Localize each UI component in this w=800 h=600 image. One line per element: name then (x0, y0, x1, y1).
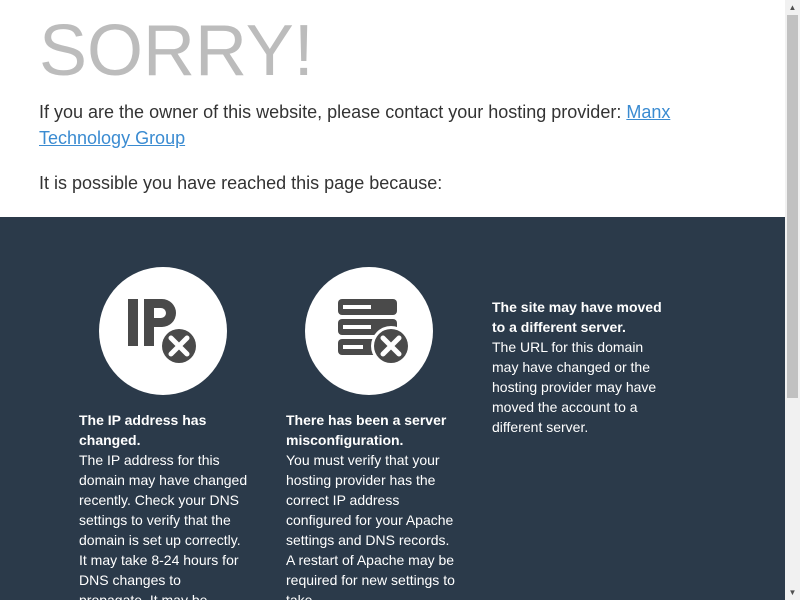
owner-message-text: If you are the owner of this website, pl… (39, 102, 627, 122)
reason-body: The URL for this domain may have changed… (492, 339, 657, 435)
reason-intro: It is possible you have reached this pag… (39, 173, 443, 193)
scrollbar-thumb[interactable] (787, 15, 798, 398)
scroll-down-arrow-icon[interactable]: ▼ (785, 585, 800, 600)
reason-moved-text: The site may have moved to a different s… (492, 297, 664, 437)
owner-message: If you are the owner of this website, pl… (39, 99, 739, 151)
reason-ip-text: The IP address has changed. The IP addre… (79, 410, 251, 600)
scroll-up-arrow-icon[interactable]: ▲ (785, 0, 800, 15)
reason-title: The site may have moved to a different s… (492, 299, 662, 335)
server-error-icon (305, 267, 433, 395)
reason-title: The IP address has changed. (79, 412, 207, 448)
reason-body: You must verify that your hosting provid… (286, 452, 455, 600)
vertical-scrollbar[interactable]: ▲ ▼ (785, 0, 800, 600)
reasons-panel: The IP address has changed. The IP addre… (0, 217, 785, 600)
page-title: SORRY! (39, 11, 314, 91)
reason-server-text: There has been a server misconfiguration… (286, 410, 458, 600)
reason-body: The IP address for this domain may have … (79, 452, 248, 600)
reason-title: There has been a server misconfiguration… (286, 412, 447, 448)
ip-error-icon (99, 267, 227, 395)
header-section: SORRY! If you are the owner of this webs… (0, 0, 785, 217)
error-page: SORRY! If you are the owner of this webs… (0, 0, 785, 600)
